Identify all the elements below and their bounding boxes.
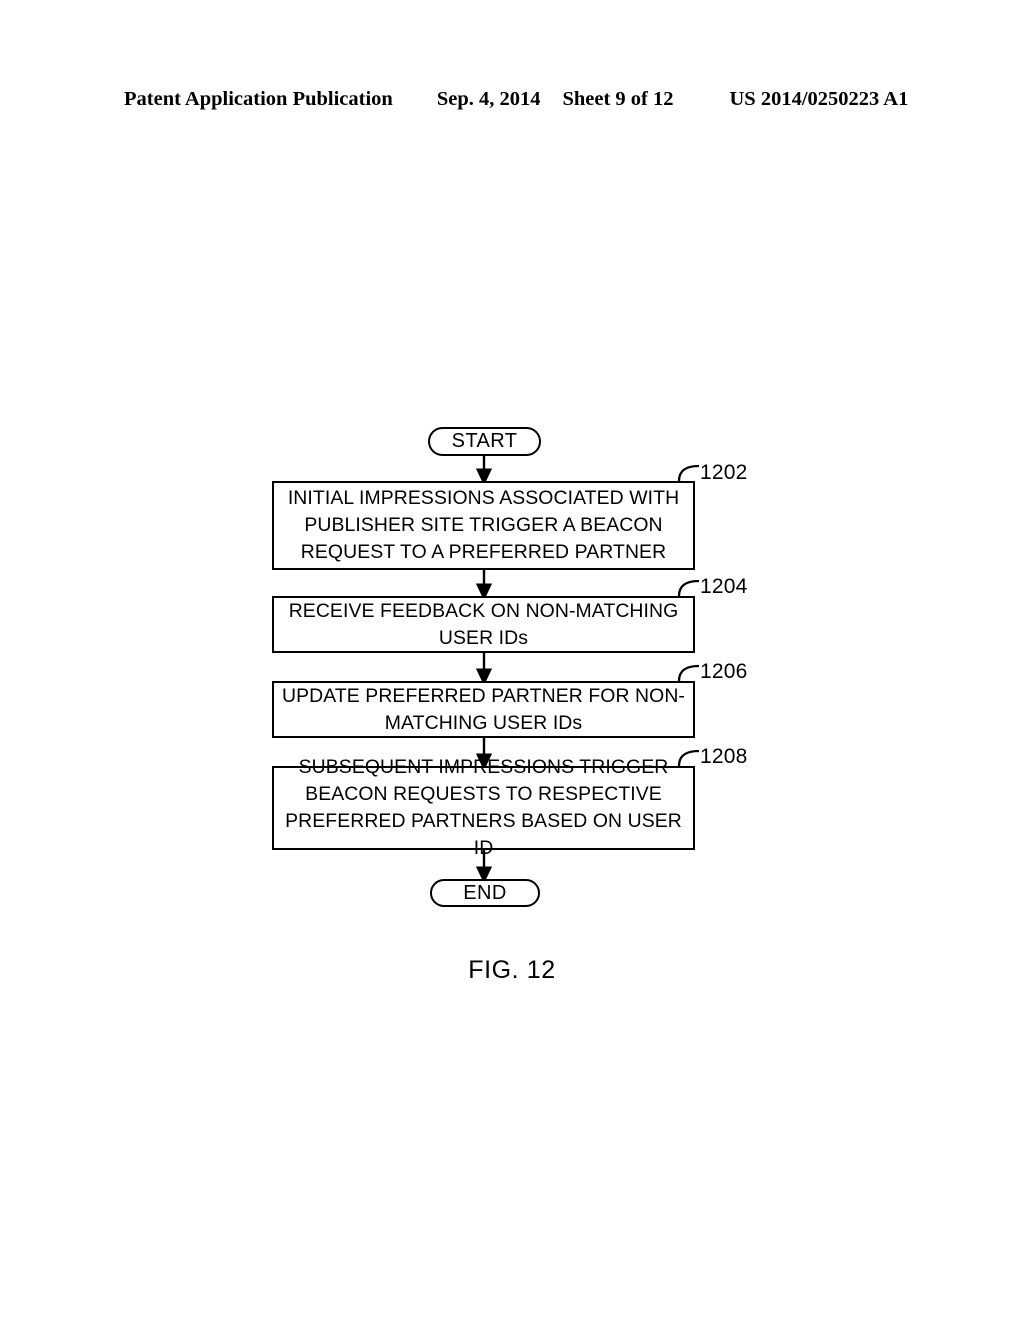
patent-figure-page: Patent Application Publication Sep. 4, 2… [0,0,1024,1320]
flowchart: START INITIAL IMPRESSIONS ASSOCIATED WIT… [0,0,1024,1320]
reference-numeral-1208: 1208 [700,745,748,768]
flowchart-node-1208: SUBSEQUENT IMPRESSIONS TRIGGER BEACON RE… [272,756,695,859]
flowchart-node-1202: INITIAL IMPRESSIONS ASSOCIATED WITH PUBL… [272,481,695,570]
figure-caption: FIG. 12 [468,956,556,984]
flowchart-node-start: START [428,427,541,456]
leader-hook-1206 [677,664,700,682]
flowchart-node-1204-label: RECEIVE FEEDBACK ON NON-MATCHING USER ID… [288,599,679,649]
flowchart-node-1202-label: INITIAL IMPRESSIONS ASSOCIATED WITH PUBL… [287,487,680,563]
flowchart-node-end: END [430,879,540,907]
flowchart-node-start-label: START [451,430,518,452]
flowchart-node-1208-label: SUBSEQUENT IMPRESSIONS TRIGGER BEACON RE… [285,756,682,859]
leader-hook-1204 [677,579,700,597]
flowchart-node-1206-label: UPDATE PREFERRED PARTNER FOR NON-MATCHIN… [282,684,685,734]
reference-numeral-1202: 1202 [700,461,748,484]
flowchart-node-end-label: END [463,881,507,904]
flowchart-node-1206: UPDATE PREFERRED PARTNER FOR NON-MATCHIN… [272,681,695,738]
leader-hook-1202 [677,464,700,482]
flowchart-connectors [475,456,700,884]
reference-numeral-1206: 1206 [700,660,748,683]
flowchart-node-1204: RECEIVE FEEDBACK ON NON-MATCHING USER ID… [272,596,695,653]
reference-numeral-1204: 1204 [700,575,748,598]
